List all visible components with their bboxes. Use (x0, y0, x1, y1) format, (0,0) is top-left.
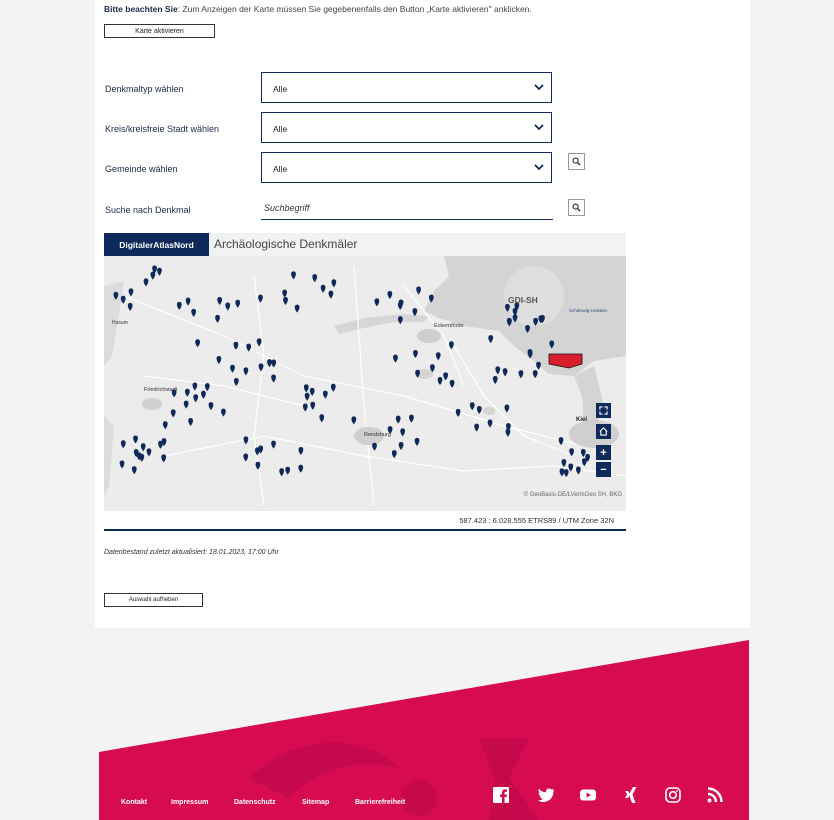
chevron-down-icon (534, 124, 544, 131)
municipality-select[interactable]: Alle (261, 152, 552, 183)
place-friedrichstadt: Friedrichstadt (144, 387, 178, 393)
map-notice: Bitte beachten Sie: Zum Anzeigen der Kar… (104, 4, 532, 14)
place-eckernfoerde: Eckernförde (434, 323, 464, 329)
municipality-label: Gemeinde wählen (105, 164, 178, 174)
map-brand: DigitalerAtlasNord (104, 233, 209, 256)
search-button[interactable] (568, 199, 585, 216)
place-husum: Husum (112, 320, 128, 326)
page: Bitte beachten Sie: Zum Anzeigen der Kar… (0, 0, 834, 820)
footer-background (99, 640, 749, 820)
youtube-icon[interactable] (579, 786, 597, 804)
notice-text: : Zum Anzeigen der Karte müssen Sie gege… (177, 4, 532, 14)
footer-link-barrierefreiheit[interactable]: Barrierefreiheit (355, 799, 405, 806)
map-header: DigitalerAtlasNord Archäologische Denkmä… (104, 233, 626, 256)
xing-icon[interactable] (622, 786, 640, 804)
fullscreen-button[interactable] (596, 403, 611, 418)
map-title: Archäologische Denkmäler (214, 237, 358, 251)
zoom-out-button[interactable]: − (596, 462, 611, 477)
activate-map-button[interactable]: Karte aktivieren (104, 24, 215, 38)
map-base (104, 256, 626, 511)
type-select-value: Alle (273, 84, 288, 94)
plus-icon: + (600, 446, 607, 459)
search-icon (572, 157, 581, 166)
type-label: Denkmaltyp wählen (105, 84, 184, 94)
fullscreen-icon (599, 406, 608, 415)
map-coordinates: 587.423 : 6.028.555 ETRS89 / UTM Zone 32… (459, 516, 614, 525)
place-kiel: Kiel (576, 417, 588, 423)
footer-link-datenschutz[interactable]: Datenschutz (234, 799, 276, 806)
zoom-in-button[interactable]: + (596, 445, 611, 460)
search-label: Suche nach Denkmal (105, 205, 191, 215)
home-icon (599, 427, 608, 436)
search-icon (572, 203, 581, 212)
municipality-select-value: Alle (273, 164, 288, 174)
district-select[interactable]: Alle (261, 112, 552, 143)
minus-icon: − (600, 463, 607, 476)
reset-selection-button[interactable]: Auswahl aufheben (104, 593, 203, 607)
twitter-icon[interactable] (537, 786, 555, 804)
map-canvas[interactable]: GDI-SH Eckernförde Friedrichstadt Rendsb… (104, 256, 626, 511)
map-widget: DigitalerAtlasNord Archäologische Denkmä… (104, 233, 626, 531)
map-attribution: © GeoBasis-DE/LVermGeo SH, BKG (523, 492, 622, 498)
municipality-search-button[interactable] (568, 153, 585, 170)
search-input[interactable]: Suchbegriff (261, 199, 553, 220)
footer-link-kontakt[interactable]: Kontakt (121, 799, 147, 806)
chevron-down-icon (534, 164, 544, 171)
place-rendsburg: Rendsburg (364, 432, 391, 438)
district-label: Kreis/kreisfreie Stadt wählen (105, 124, 220, 134)
place-sh-logo: Schleswig-Holstein (569, 308, 608, 313)
gdi-logo: GDI-SH (508, 295, 538, 305)
instagram-icon[interactable] (664, 786, 682, 804)
type-select[interactable]: Alle (261, 72, 552, 103)
chevron-down-icon (534, 84, 544, 91)
district-select-value: Alle (273, 124, 288, 134)
notice-bold: Bitte beachten Sie (104, 4, 178, 14)
facebook-icon[interactable] (492, 786, 510, 804)
map-bottom-border (104, 529, 626, 531)
rss-icon[interactable] (706, 786, 724, 804)
footer-link-impressum[interactable]: Impressum (171, 799, 208, 806)
home-button[interactable] (596, 424, 611, 439)
search-placeholder: Suchbegriff (264, 203, 310, 213)
footer-link-sitemap[interactable]: Sitemap (302, 799, 329, 806)
update-info: Datenbestand zuletzt aktualisiert: 18.01… (104, 549, 279, 556)
